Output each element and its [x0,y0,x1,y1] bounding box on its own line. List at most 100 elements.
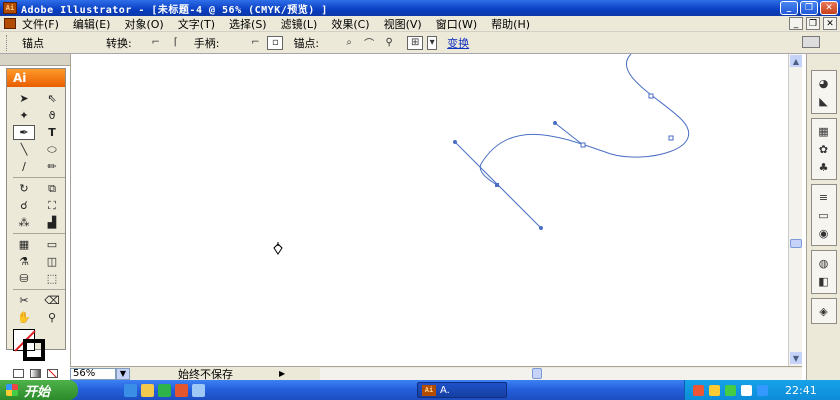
paintbrush-tool-icon[interactable]: ∕ [13,159,35,174]
control-bar-grip[interactable] [6,34,10,51]
tools-panel-header[interactable] [0,54,70,66]
status-menu-arrow-icon[interactable]: ▶ [279,369,285,378]
scroll-down-icon[interactable]: ▼ [790,352,802,364]
hand-tool-icon[interactable]: ✋ [13,310,35,325]
illustrator-task-button[interactable]: Ai A. [417,382,507,398]
align-icon[interactable]: ⊞ [407,35,424,50]
warp-tool-icon[interactable]: ☌ [13,198,35,213]
graphic-styles-panel-icon[interactable]: ◍ [814,255,834,271]
tray-icon[interactable] [741,384,752,396]
convert-smooth-icon[interactable]: ⌈ [168,36,184,50]
scroll-up-icon[interactable]: ▲ [790,55,802,67]
anchor-point[interactable] [668,135,674,141]
menu-view[interactable]: 视图(V) [384,16,422,32]
zoom-dropdown-icon[interactable]: ▼ [116,367,130,380]
gradient-tool-icon[interactable]: ▭ [41,237,63,252]
maximize-button[interactable]: ❐ [800,1,818,15]
mesh-tool-icon[interactable]: ▦ [13,237,35,252]
folder-icon[interactable] [141,383,154,397]
transform-link[interactable]: 变换 [447,35,469,51]
direction-handle-line[interactable] [554,122,584,146]
live-paint-selection-tool-icon[interactable]: ⬚ [41,271,63,286]
zoom-tool-icon[interactable]: ⚲ [41,310,63,325]
doc-close-button[interactable]: ✕ [823,17,837,30]
stroke-swatch[interactable] [23,339,45,361]
eraser-tool-icon[interactable]: ⌫ [41,293,63,308]
document-setup-icon[interactable] [802,36,820,48]
type-tool-icon[interactable]: T [41,125,63,140]
gradient-panel-icon[interactable]: ◣ [814,93,834,109]
menu-edit[interactable]: 编辑(E) [73,16,111,32]
desktop-icon[interactable] [192,383,205,397]
tray-icon[interactable] [709,384,720,396]
stroke-panel-icon[interactable]: ≡ [814,189,834,205]
lasso-tool-icon[interactable]: ϑ [41,108,63,123]
connect-anchor-icon[interactable]: ⌒ [361,36,377,50]
app-icon[interactable] [175,383,188,397]
doc-minimize-button[interactable]: _ [789,17,803,30]
blend-tool-icon[interactable]: ◫ [41,254,63,269]
tray-icon[interactable] [693,384,704,396]
pen-tool-icon[interactable]: ✒ [13,125,35,140]
magic-wand-tool-icon[interactable]: ✦ [13,108,35,123]
gradient-mode-icon[interactable] [30,369,41,378]
eyedropper-tool-icon[interactable]: ⚗ [13,254,35,269]
line-tool-icon[interactable]: ╲ [13,142,35,157]
scale-tool-icon[interactable]: ⧉ [41,181,63,196]
ellipse-tool-icon[interactable]: ⬭ [41,142,63,157]
panel-menu-icon[interactable] [826,36,836,48]
bezier-path[interactable] [479,54,690,186]
remove-anchor-icon[interactable]: ⌕ [341,36,357,50]
artboard-canvas[interactable] [70,54,788,366]
fill-stroke-control[interactable] [13,329,65,365]
hide-handles-icon[interactable]: ▫ [267,35,284,50]
anchor-point[interactable] [580,142,586,148]
free-transform-tool-icon[interactable]: ⛶ [41,198,63,213]
start-button[interactable]: 开始 [0,380,78,400]
live-paint-bucket-tool-icon[interactable]: ⛁ [13,271,35,286]
swatches-panel-icon[interactable]: ▦ [814,123,834,139]
menu-type[interactable]: 文字(T) [178,16,215,32]
menu-select[interactable]: 选择(S) [229,16,267,32]
color-panel-icon[interactable]: ◕ [814,75,834,91]
column-graph-tool-icon[interactable]: ▟ [41,215,63,230]
zoom-field[interactable]: 56% [70,367,116,380]
menu-effect[interactable]: 效果(C) [331,16,369,32]
menu-window[interactable]: 窗口(W) [436,16,477,32]
doc-restore-button[interactable]: ❐ [806,17,820,30]
handle-point[interactable] [453,140,457,144]
menu-file[interactable]: 文件(F) [22,16,59,32]
symbols-panel-icon[interactable]: ♣ [814,159,834,175]
close-button[interactable]: ✕ [820,1,838,15]
layers-stack-icon[interactable]: ◈ [814,303,834,319]
symbol-sprayer-tool-icon[interactable]: ⁂ [13,215,35,230]
brushes-panel-icon[interactable]: ✿ [814,141,834,157]
handle-point[interactable] [553,121,557,125]
none-mode-icon[interactable] [47,369,58,378]
ie-icon[interactable] [124,383,137,397]
menu-object[interactable]: 对象(O) [124,16,163,32]
rotate-tool-icon[interactable]: ↻ [13,181,35,196]
vertical-scrollbar[interactable]: ▲ ▼ [788,54,802,366]
handle-point[interactable] [539,226,543,230]
menu-filter[interactable]: 滤镜(L) [281,16,318,32]
transparency-panel-icon[interactable]: ▭ [814,207,834,223]
tray-icon[interactable] [757,384,768,396]
vertical-scroll-thumb[interactable] [790,239,802,248]
horizontal-scrollbar[interactable] [320,368,802,380]
layers-panel-icon[interactable]: ◧ [814,273,834,289]
show-handles-icon[interactable]: ⌐ [247,36,263,50]
direct-selection-tool-icon[interactable]: ⇖ [41,91,63,106]
pencil-tool-icon[interactable]: ✏ [41,159,63,174]
convert-corner-icon[interactable]: ⌐ [148,36,164,50]
slice-tool-icon[interactable]: ✂ [13,293,35,308]
minimize-button[interactable]: _ [780,1,798,15]
selection-tool-icon[interactable]: ➤ [13,91,35,106]
anchor-point[interactable] [495,183,499,187]
horizontal-scroll-thumb[interactable] [532,368,542,379]
cut-path-icon[interactable]: ⚲ [381,36,397,50]
color-mode-icon[interactable] [13,369,24,378]
align-dropdown-icon[interactable]: ▾ [427,35,438,50]
tray-icon[interactable] [725,384,736,396]
appearance-panel-icon[interactable]: ◉ [814,225,834,241]
